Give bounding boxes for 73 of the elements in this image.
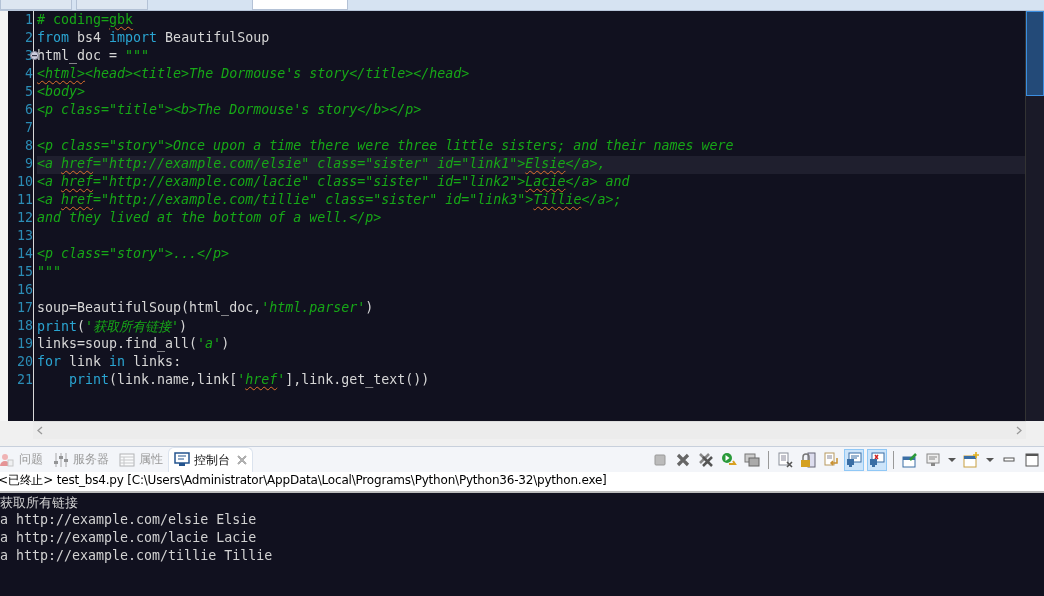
line-number: 7 — [25, 120, 33, 135]
caret-icon — [948, 457, 956, 462]
code-line: from bs4 import BeautifulSoup — [37, 30, 271, 47]
line-number: 19 — [17, 336, 33, 351]
editor-tab[interactable] — [252, 0, 348, 10]
line-number: 10 — [17, 174, 33, 189]
code-line: <a href="http://example.com/lacie" class="sister" id="link2">Lacie</a> and — [37, 174, 631, 191]
line-number: 11 — [17, 192, 33, 207]
fold-icon[interactable] — [30, 51, 39, 60]
line-number: 13 — [17, 228, 33, 243]
code-line: links=soup.find_all('a') — [37, 336, 231, 354]
console-output-line: a http://example.com/lacie Lacie — [0, 530, 258, 547]
line-number: 2 — [25, 30, 33, 45]
toolbar-button[interactable] — [867, 448, 887, 471]
lock-icon — [800, 451, 816, 468]
line-number: 20 — [17, 354, 33, 369]
panel-tab[interactable]: 属性 — [114, 447, 168, 472]
line-number: 12 — [17, 210, 33, 225]
line-number: 17 — [17, 300, 33, 315]
console-output-line: a http://example.com/elsie Elsie — [0, 512, 258, 529]
close-icon — [675, 451, 691, 468]
line-number: 14 — [17, 246, 33, 261]
code-line: print(link.name,link['href'],link.get_text()) — [68, 372, 431, 390]
pin-icon — [902, 451, 918, 468]
line-number: 5 — [25, 84, 33, 99]
line-number: 16 — [17, 282, 33, 297]
code-line: <p class="story">...</p> — [37, 246, 231, 263]
code-line: html_doc = """ — [37, 48, 151, 66]
table-icon — [119, 451, 135, 468]
scroll-left-icon[interactable] — [37, 426, 43, 435]
line-number: 4 — [25, 66, 33, 81]
panel-tab[interactable]: 问题 — [0, 447, 48, 472]
code-line: <body> — [37, 84, 87, 101]
code-line: """ — [37, 264, 63, 281]
code-line: <p class="story">Once upon a time there were three little sisters; and their names were — [37, 138, 735, 155]
document-x-icon — [777, 451, 793, 468]
scroll-right-icon[interactable] — [1016, 426, 1022, 435]
monitor-icon — [925, 451, 941, 468]
code-line: print('获取所有链接') — [37, 318, 189, 336]
line-number: 1 — [25, 12, 33, 27]
maximize-icon — [1024, 451, 1040, 468]
toolbar-button[interactable] — [844, 448, 864, 471]
close-icon[interactable] — [237, 455, 247, 465]
code-line: <a href="http://example.com/tillie" class="sister" id="link3">Tillie</a>; — [37, 192, 623, 209]
code-line: and they lived at the bottom of a well.</p> — [37, 210, 383, 227]
code-line: # coding=gbk — [37, 12, 135, 29]
double-x-icon — [698, 451, 714, 468]
console-output-line: a http://example.com/tillie Tillie — [0, 548, 274, 565]
code-line: <html><head><title>The Dormouse's story</title></head> — [37, 66, 471, 83]
console-output-line: 获取所有链接 — [0, 494, 79, 512]
panel-tab[interactable]: 控制台 — [168, 447, 253, 472]
caret-icon — [986, 457, 994, 462]
document-arrow-icon — [823, 451, 839, 468]
play-icon — [721, 451, 737, 468]
code-line: soup=BeautifulSoup(html_doc,'html.parser') — [37, 300, 375, 318]
line-number: 18 — [17, 318, 33, 333]
panel-tab[interactable]: 服务器 — [48, 447, 114, 472]
windows-icon — [744, 451, 760, 468]
line-number: 21 — [17, 372, 33, 387]
monitor-icon — [846, 451, 862, 468]
stop-icon — [652, 451, 668, 468]
code-line: <p class="title"><b>The Dormouse's story</b></p> — [37, 102, 423, 119]
person-icon — [0, 451, 15, 468]
code-line: for link in links: — [37, 354, 183, 371]
line-number: 6 — [25, 102, 33, 117]
line-number: 9 — [25, 156, 33, 171]
scrollbar-thumb[interactable] — [1026, 11, 1044, 96]
new-window-icon — [963, 451, 979, 468]
line-number: 15 — [17, 264, 33, 279]
monitor-icon — [174, 452, 190, 468]
monitor-error-icon — [869, 451, 885, 468]
line-number: 8 — [25, 138, 33, 153]
sliders-icon — [53, 451, 69, 468]
